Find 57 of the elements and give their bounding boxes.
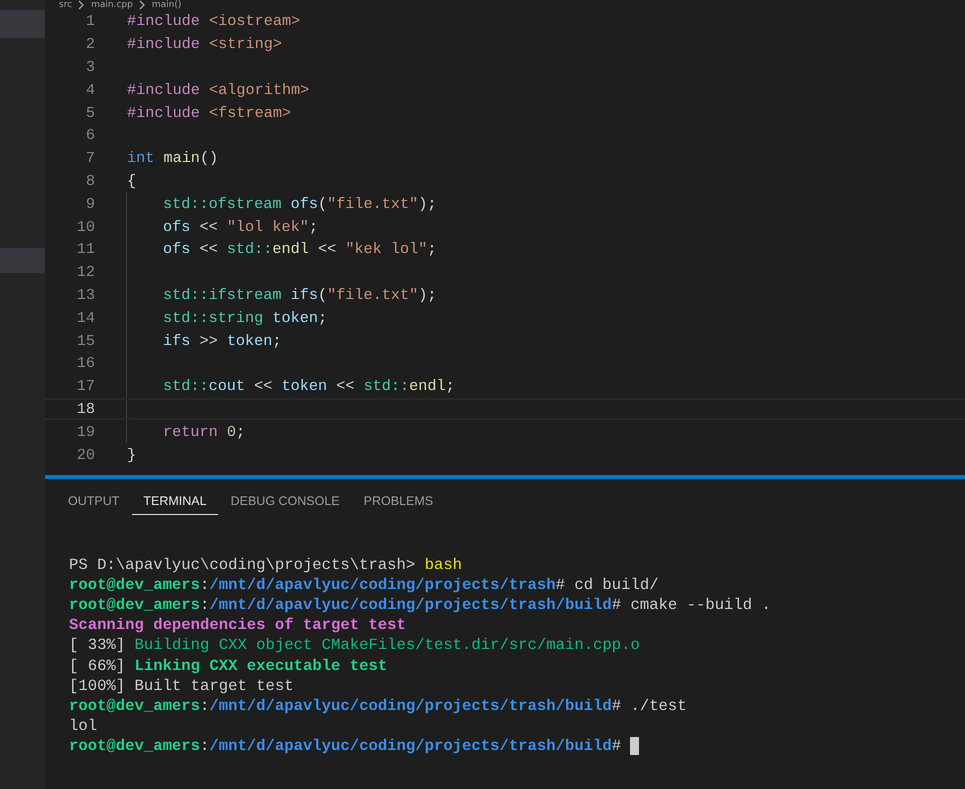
code-line: #include <algorithm> [127,80,310,99]
terminal-cursor [630,736,640,755]
line-number: 9 [84,194,95,213]
line-number: 18 [76,400,95,418]
line-number: 10 [76,218,95,236]
code-line: } [127,446,136,464]
code-line: std::string token; [163,308,328,327]
line-number: 19 [76,422,95,441]
breadcrumb-item[interactable]: src [59,0,72,10]
code-line: return 0; [163,422,246,441]
code-line: std::cout << token << std::endl; [163,377,455,396]
code-line: #include <string> [127,35,282,54]
line-number: 2 [84,35,95,54]
panel-tab[interactable]: DEBUG CONSOLE [220,492,351,515]
line-number: 8 [84,172,95,190]
line-number: 16 [76,354,95,372]
code-line: int main() [127,149,218,168]
line-number: 15 [76,332,95,350]
panel-tab[interactable]: PROBLEMS [352,492,444,515]
terminal-line: root@dev_amers:/mnt/d/apavlyuc/coding/projects/trash/build# ./test [69,696,687,715]
line-number: 11 [76,240,95,258]
panel-tab[interactable]: OUTPUT [57,492,130,515]
terminal-line: root@dev_amers:/mnt/d/apavlyuc/coding/projects/trash# cd build/ [69,576,659,594]
code-line: ofs << "lol kek"; [163,218,318,236]
breadcrumb-item[interactable]: main.cpp [91,0,133,10]
terminal-line: Scanning dependencies of target test [69,616,406,634]
code-line: ofs << std::endl << "kek lol"; [163,240,436,258]
terminal-line: [100%] Built target test [69,676,294,695]
line-number: 7 [84,149,95,168]
code-line: #include <iostream> [127,12,300,30]
code-line: std::ofstream ofs("file.txt"); [163,194,436,213]
sidebar-item[interactable] [0,248,45,273]
line-number: 17 [76,377,95,396]
terminal-line: [ 66%] Linking CXX executable test [69,656,388,675]
line-number: 14 [76,308,95,327]
line-number: 1 [84,12,95,30]
breadcrumb-item[interactable]: main() [152,0,182,10]
line-number: 4 [84,80,95,99]
line-number: 12 [76,263,95,282]
chevron-icon [138,0,146,10]
chevron-icon [78,0,86,10]
line-number: 6 [84,126,95,144]
code-line: { [127,172,136,190]
terminal-line: root@dev_amers:/mnt/d/apavlyuc/coding/projects/trash/build# cmake --build . [69,596,771,614]
line-number: 13 [76,286,95,304]
line-number: 5 [84,104,95,122]
code-line: std::ifstream ifs("file.txt"); [163,286,436,304]
terminal-line: lol [69,716,98,735]
line-number: 3 [84,58,95,76]
panel-tab[interactable]: TERMINAL [132,492,218,515]
terminal-line: PS D:\apavlyuc\coding\projects\trash> bash [69,556,462,574]
code-line: #include <fstream> [127,104,292,122]
line-number: 20 [76,446,95,464]
sidebar-item[interactable] [0,10,45,38]
code-line: ifs >> token; [163,332,282,350]
terminal-line: root@dev_amers:/mnt/d/apavlyuc/coding/projects/trash/build# [69,736,622,755]
terminal-line: [ 33%] Building CXX object CMakeFiles/test.dir/src/main.cpp.o [69,636,640,654]
